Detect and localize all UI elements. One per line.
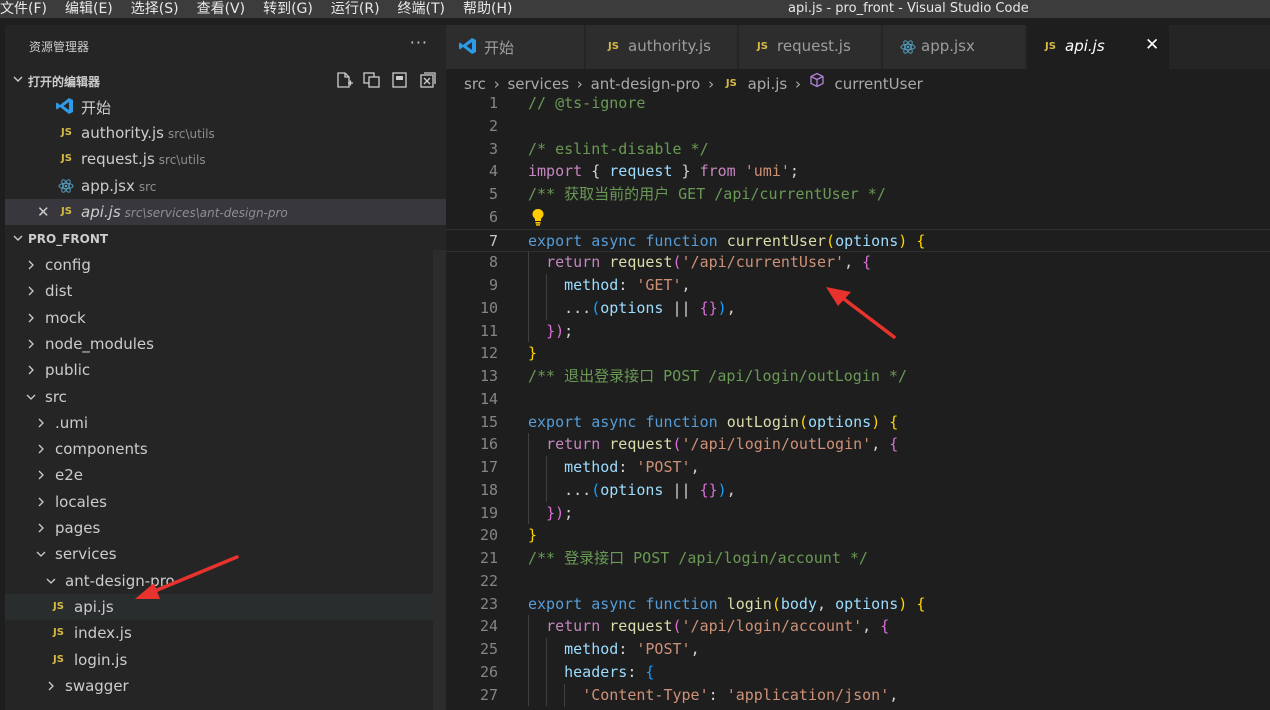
annotation-arrow (826, 287, 896, 339)
annotation-overlay (135, 287, 896, 599)
annotation-arrow (135, 555, 239, 599)
